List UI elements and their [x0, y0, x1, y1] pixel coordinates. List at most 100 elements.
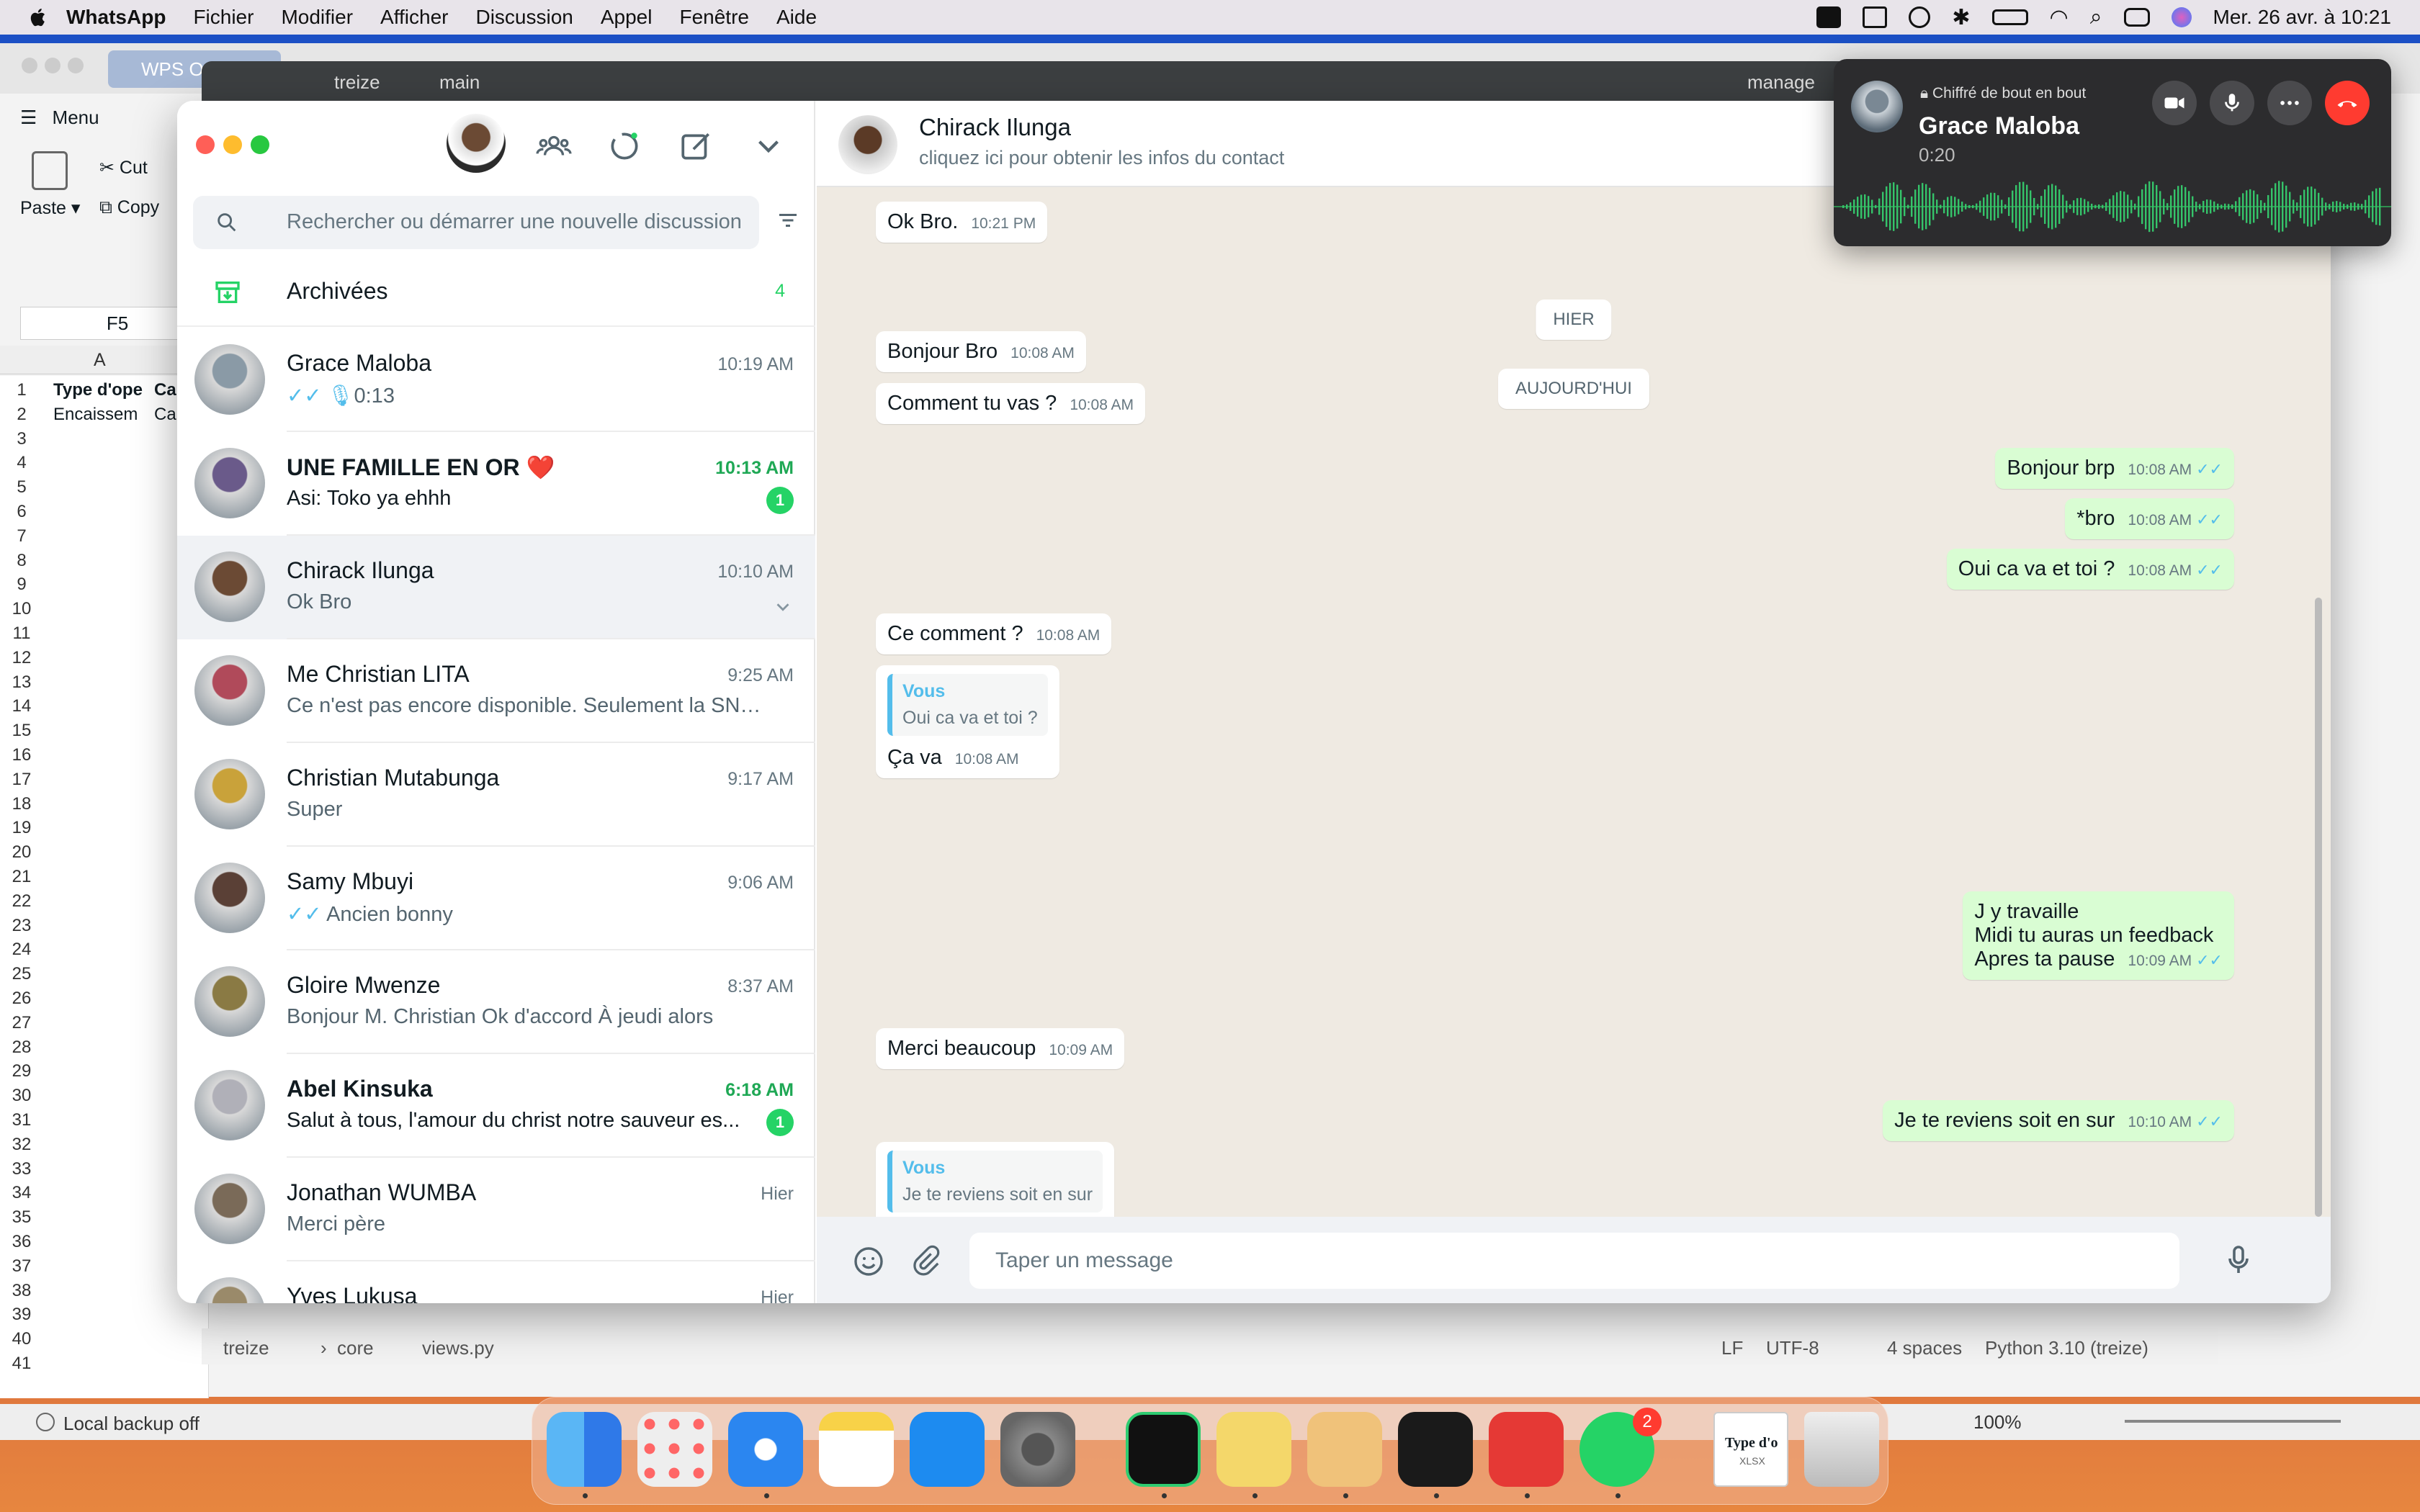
archived-chats-row[interactable]: Archivées 4 [177, 258, 815, 327]
row-number[interactable]: 34 [0, 1183, 43, 1203]
row-number[interactable]: 30 [0, 1086, 43, 1106]
menu-fenetre[interactable]: Fenêtre [679, 6, 749, 29]
cut-button[interactable]: ✂ Cut [99, 157, 148, 179]
incoming-message[interactable]: Ce comment ? 10:08 AM [876, 613, 1112, 654]
chat-list-item[interactable]: Me Christian LITA 9:25 AM Ce n'est pas enc… [177, 639, 815, 743]
row-number[interactable]: 23 [0, 916, 43, 936]
menu-appel[interactable]: Appel [601, 6, 653, 29]
menu-aide[interactable]: Aide [776, 6, 817, 29]
microphone-icon[interactable] [2221, 1243, 2256, 1277]
row-number[interactable]: 11 [0, 624, 43, 644]
siri-icon[interactable] [2171, 7, 2192, 27]
menu-whatsapp[interactable]: WhatsApp [66, 6, 166, 29]
row-number[interactable]: 25 [0, 964, 43, 984]
profile-avatar[interactable] [447, 114, 506, 173]
messages-scrollbar[interactable] [2315, 598, 2322, 1217]
row-number[interactable]: 31 [0, 1110, 43, 1130]
chevron-down-icon[interactable] [750, 128, 786, 164]
incoming-message[interactable]: Ok Bro. 10:21 PM [876, 202, 1048, 243]
chat-list-item[interactable]: Jonathan WUMBA Hier Merci père [177, 1158, 815, 1261]
python-interpreter[interactable]: Python 3.10 (treize) [1985, 1337, 2148, 1359]
quoted-message[interactable]: Vous Je te reviens soit en sur [887, 1151, 1103, 1212]
backup-status[interactable]: Local backup off [63, 1413, 200, 1435]
message-input[interactable]: Taper un message [969, 1233, 2179, 1289]
apple-icon[interactable] [26, 5, 50, 30]
row-number[interactable]: 33 [0, 1159, 43, 1179]
line-ending[interactable]: LF [1721, 1337, 1743, 1359]
incoming-message[interactable]: Vous Oui ca va et toi ? Ça va 10:08 AM [876, 665, 1059, 778]
file-encoding[interactable]: UTF-8 [1766, 1337, 1819, 1359]
row-number[interactable]: 27 [0, 1013, 43, 1033]
wifi-icon[interactable]: ◠ [2050, 5, 2069, 30]
row-number[interactable]: 18 [0, 794, 43, 814]
row-number[interactable]: 17 [0, 770, 43, 790]
minimize-window-button[interactable] [223, 135, 242, 154]
row-number[interactable]: 22 [0, 891, 43, 912]
incoming-message[interactable]: Bonjour Bro 10:08 AM [876, 331, 1086, 372]
column-a-header[interactable]: A [94, 350, 106, 371]
outgoing-message[interactable]: Bonjour brp 10:08 AM ✓✓ [1995, 448, 2234, 489]
cell-a2[interactable]: Encaissem [53, 405, 154, 425]
chat-list-item[interactable]: Grace Maloba 10:19 AM ✓✓ 🎙︎0:13 [177, 328, 815, 432]
notes-icon[interactable] [819, 1412, 894, 1487]
menu-afficher[interactable]: Afficher [380, 6, 448, 29]
search-input[interactable]: Rechercher ou démarrer une nouvelle disc… [193, 196, 759, 249]
chat-list-item[interactable]: Christian Mutabunga 9:17 AM Super [177, 743, 815, 847]
spotlight-search-icon[interactable]: ⌕ [2090, 5, 2102, 30]
pycharm-icon[interactable] [1126, 1412, 1201, 1487]
app-store-icon[interactable] [910, 1412, 985, 1487]
wps-close-button[interactable] [22, 58, 37, 73]
battery-icon[interactable] [1991, 9, 2028, 25]
row-number[interactable]: 9 [0, 575, 43, 595]
row-number[interactable]: 36 [0, 1232, 43, 1252]
row-number[interactable]: 40 [0, 1329, 43, 1349]
row-number[interactable]: 14 [0, 696, 43, 716]
outgoing-message[interactable]: Oui ca va et toi ? 10:08 AM ✓✓ [1946, 549, 2234, 590]
row-number[interactable]: 32 [0, 1135, 43, 1155]
row-number[interactable]: 13 [0, 672, 43, 693]
row-number[interactable]: 24 [0, 940, 43, 960]
chat-list-item[interactable]: Samy Mbuyi 9:06 AM ✓✓ Ancien bonny [177, 847, 815, 950]
safari-icon[interactable] [728, 1412, 803, 1487]
attach-icon[interactable] [909, 1244, 942, 1277]
cell-b1[interactable]: Ca [154, 380, 176, 400]
row-number[interactable]: 20 [0, 842, 43, 863]
row-number[interactable]: 15 [0, 721, 43, 741]
tableplus-icon[interactable] [1307, 1412, 1382, 1487]
menubar-datetime[interactable]: Mer. 26 avr. à 10:21 [2213, 6, 2392, 29]
copy-button[interactable]: ⧉ Copy [99, 197, 159, 218]
zoom-window-button[interactable] [251, 135, 269, 154]
indent-setting[interactable]: 4 spaces [1887, 1337, 1962, 1359]
airdrop-icon[interactable] [1909, 6, 1931, 28]
screen-record-icon[interactable] [1863, 6, 1888, 28]
chat-list-item[interactable]: Chirack Ilunga 10:10 AM Ok Bro [177, 536, 815, 639]
status-icon[interactable] [606, 128, 642, 164]
contact-name[interactable]: Chirack Ilunga [919, 114, 1071, 141]
row-number[interactable]: 38 [0, 1281, 43, 1301]
row-number[interactable]: 28 [0, 1038, 43, 1058]
row-number[interactable]: 16 [0, 745, 43, 765]
row-number[interactable]: 29 [0, 1061, 43, 1081]
paste-button[interactable]: Paste ▾ [20, 197, 80, 219]
row-number[interactable]: 39 [0, 1305, 43, 1325]
cell-b2[interactable]: Ca [154, 405, 176, 425]
launchpad-icon[interactable] [637, 1412, 712, 1487]
row-number[interactable]: 26 [0, 989, 43, 1009]
communities-icon[interactable] [536, 128, 572, 164]
finder-icon[interactable] [547, 1412, 622, 1487]
chat-list-item[interactable]: Gloire Mwenze 8:37 AM Bonjour M. Christian… [177, 950, 815, 1054]
row-number[interactable]: 41 [0, 1354, 43, 1374]
chevron-down-icon[interactable] [772, 596, 794, 618]
active-call-panel[interactable]: 🔒︎ Chiffré de bout en bout Grace Maloba … [1834, 59, 2391, 246]
system-settings-icon[interactable] [1000, 1412, 1075, 1487]
incoming-message[interactable]: Comment tu vas ? 10:08 AM [876, 383, 1146, 424]
cell-a1[interactable]: Type d'ope [53, 380, 154, 400]
terminal-icon[interactable] [1398, 1412, 1473, 1487]
contact-info-hint[interactable]: cliquez ici pour obtenir les infos du co… [919, 147, 1284, 169]
row-number[interactable]: 8 [0, 551, 43, 571]
row-number[interactable]: 35 [0, 1207, 43, 1228]
menu-fichier[interactable]: Fichier [193, 6, 254, 29]
new-chat-icon[interactable] [678, 128, 714, 164]
video-button[interactable] [2152, 81, 2197, 125]
zoom-slider[interactable] [2125, 1420, 2341, 1423]
